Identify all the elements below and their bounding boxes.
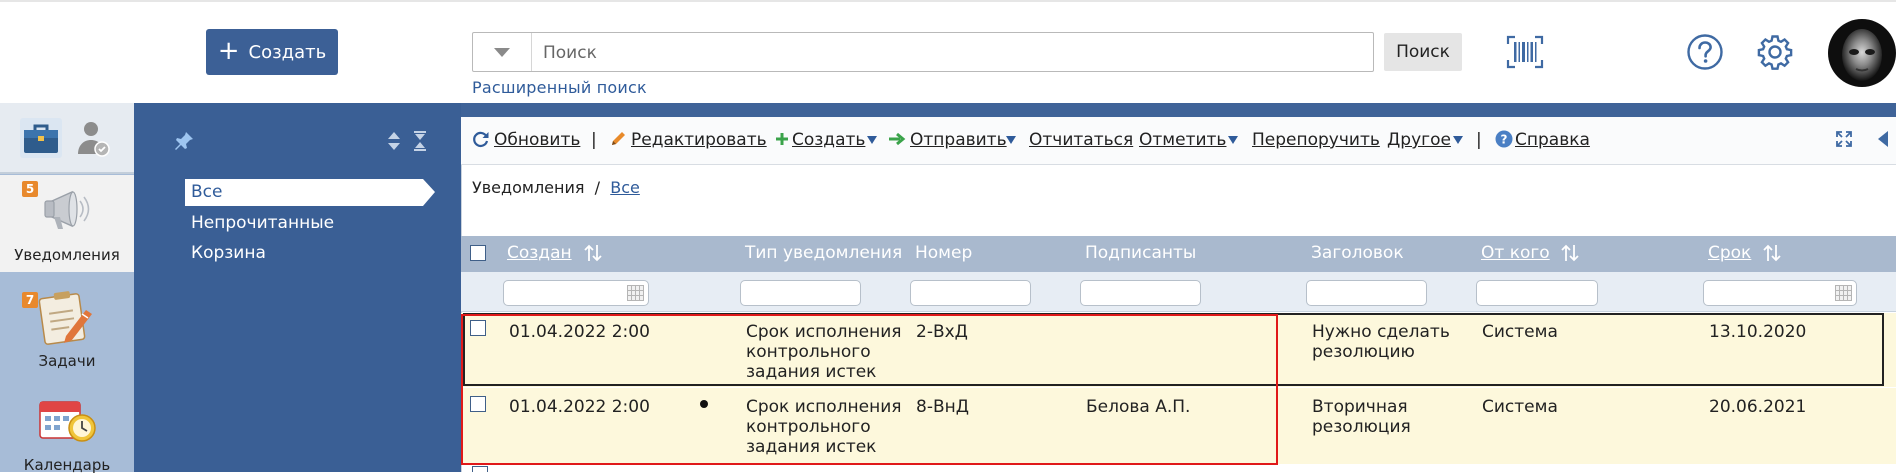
toolbar-separator: | xyxy=(591,130,597,150)
breadcrumb-root: Уведомления xyxy=(472,178,585,197)
chevron-down-icon[interactable] xyxy=(1453,136,1463,144)
column-header-due[interactable]: Срок xyxy=(1708,243,1751,263)
filter-from[interactable] xyxy=(1476,280,1598,306)
reassign-button[interactable]: Перепоручить xyxy=(1252,130,1380,150)
nav-item-label: Задачи xyxy=(38,352,96,370)
column-header-from[interactable]: От кого xyxy=(1481,243,1550,263)
pin-icon[interactable] xyxy=(173,130,195,152)
search-box xyxy=(472,32,1374,72)
plus-icon: + xyxy=(217,35,240,66)
folder-label: Все xyxy=(191,182,223,202)
row-checkbox[interactable] xyxy=(472,466,488,472)
nav-item-tasks[interactable]: 7 Задачи xyxy=(0,284,134,374)
create-menu-button[interactable]: Создать xyxy=(792,130,865,150)
tasks-badge: 7 xyxy=(22,292,38,308)
selection-highlight xyxy=(461,314,1278,465)
filter-due[interactable] xyxy=(1703,280,1857,306)
help-button[interactable]: Справка xyxy=(1515,130,1590,150)
send-button[interactable]: Отправить xyxy=(910,130,1007,150)
rail-divider xyxy=(0,172,134,174)
barcode-icon[interactable] xyxy=(1506,35,1544,69)
calendar-grid-icon[interactable] xyxy=(627,285,644,301)
filter-type[interactable] xyxy=(740,280,861,306)
refresh-button[interactable]: Обновить xyxy=(494,130,580,150)
breadcrumb-current[interactable]: Все xyxy=(610,178,640,197)
filter-signers[interactable] xyxy=(1080,280,1201,306)
calendar-icon xyxy=(39,401,96,442)
briefcase-icon[interactable] xyxy=(20,118,62,158)
gear-icon[interactable] xyxy=(1756,33,1794,71)
cell-title-line: резолюция xyxy=(1312,417,1411,437)
cell-from: Система xyxy=(1482,397,1558,417)
megaphone-icon xyxy=(44,190,90,229)
toolbar-separator: | xyxy=(1476,130,1482,150)
folder-panel xyxy=(134,103,461,472)
search-scope-dropdown[interactable] xyxy=(473,33,532,71)
sort-updown-icon[interactable] xyxy=(386,130,402,152)
breadcrumb-separator: / xyxy=(594,178,601,197)
chevron-down-icon xyxy=(494,47,510,57)
nav-item-calendar[interactable]: Календарь xyxy=(0,394,134,474)
nav-item-label: Календарь xyxy=(23,456,111,474)
sort-icon[interactable] xyxy=(584,243,602,263)
column-header-created[interactable]: Создан xyxy=(507,243,572,263)
calendar-grid-icon[interactable] xyxy=(1835,285,1852,301)
refresh-icon xyxy=(473,131,489,147)
edit-button[interactable]: Редактировать xyxy=(631,130,767,150)
notifications-badge: 5 xyxy=(22,181,38,197)
folder-item-trash[interactable]: Корзина xyxy=(191,243,266,263)
sort-icon[interactable] xyxy=(1763,243,1781,263)
column-header-signers: Подписанты xyxy=(1085,243,1197,263)
other-button[interactable]: Другое xyxy=(1387,130,1451,150)
avatar[interactable] xyxy=(1828,19,1896,87)
report-button[interactable]: Отчитаться xyxy=(1029,130,1133,150)
top-divider xyxy=(0,0,1896,2)
create-button-label: Создать xyxy=(248,41,327,63)
folder-item-all[interactable]: Все xyxy=(185,179,435,206)
column-header-number: Номер xyxy=(915,243,973,263)
cell-title-line: Вторичная xyxy=(1312,397,1408,417)
sort-icon[interactable] xyxy=(1561,243,1579,263)
cell-due: 20.06.2021 xyxy=(1709,397,1807,417)
mark-button[interactable]: Отметить xyxy=(1139,130,1226,150)
chevron-down-icon[interactable] xyxy=(867,136,877,144)
filter-title[interactable] xyxy=(1306,280,1427,306)
column-header-type: Тип уведомления xyxy=(745,243,903,263)
folder-item-unread[interactable]: Непрочитанные xyxy=(191,213,334,233)
user-settings-icon[interactable] xyxy=(76,118,112,158)
column-header-title: Заголовок xyxy=(1311,243,1404,263)
chevron-left-icon[interactable] xyxy=(1876,130,1890,148)
select-all-checkbox[interactable] xyxy=(470,245,486,261)
search-button[interactable]: Поиск xyxy=(1384,33,1462,71)
search-input[interactable] xyxy=(541,36,1365,70)
arrow-right-icon xyxy=(889,132,906,146)
chevron-down-icon[interactable] xyxy=(1228,136,1238,144)
pencil-icon xyxy=(612,132,625,145)
filter-number[interactable] xyxy=(910,280,1031,306)
chevron-down-icon[interactable] xyxy=(1006,136,1016,144)
create-button[interactable]: + Создать xyxy=(206,29,338,75)
cell-title: Вторичная резолюция xyxy=(1312,397,1411,437)
help-icon[interactable] xyxy=(1686,33,1724,71)
breadcrumb: Уведомления / Все xyxy=(472,178,640,197)
filter-created[interactable] xyxy=(503,280,649,306)
plus-icon xyxy=(776,133,788,145)
nav-item-label: Уведомления xyxy=(14,246,120,264)
collapse-icon[interactable] xyxy=(412,130,428,152)
advanced-search-link[interactable]: Расширенный поиск xyxy=(472,78,647,97)
svg-text:?: ? xyxy=(1501,133,1508,147)
expand-icon[interactable] xyxy=(1836,131,1852,147)
task-list-icon xyxy=(38,291,92,345)
help-icon: ? xyxy=(1495,130,1513,148)
